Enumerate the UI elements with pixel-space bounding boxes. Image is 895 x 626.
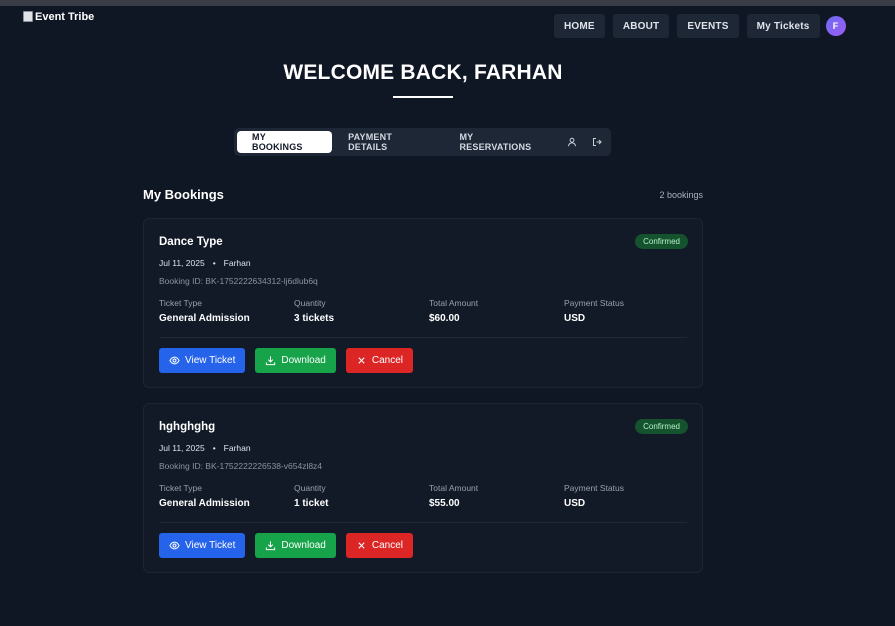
- tab-my-bookings[interactable]: MY BOOKINGS: [237, 131, 333, 153]
- logout-icon[interactable]: [587, 131, 608, 153]
- booking-date: Jul 11, 2025: [159, 443, 205, 453]
- download-label: Download: [281, 540, 326, 551]
- cancel-button[interactable]: Cancel: [345, 348, 414, 373]
- booking-title: Dance Type: [159, 236, 223, 248]
- field-value: 3 tickets: [294, 313, 335, 324]
- bookings-count: 2 bookings: [659, 190, 703, 200]
- field-value: General Admission: [159, 313, 250, 324]
- avatar[interactable]: F: [825, 16, 846, 36]
- booking-id: Booking ID: BK-1752222634312-lj6dlub6q: [159, 276, 318, 286]
- nav-about[interactable]: ABOUT: [612, 14, 670, 38]
- booking-name: Farhan: [223, 443, 251, 453]
- nav-events[interactable]: EVENTS: [677, 14, 739, 38]
- top-nav: HOME ABOUT EVENTS My Tickets F: [554, 14, 846, 38]
- booking-name: Farhan: [223, 258, 251, 268]
- booking-meta: Jul 11, 2025 • Farhan: [159, 258, 251, 268]
- field-value: General Admission: [159, 498, 250, 509]
- card-divider: [159, 337, 687, 338]
- view-ticket-label: View Ticket: [185, 540, 236, 551]
- booking-details: Ticket Type General Admission Quantity 3…: [159, 298, 699, 324]
- booking-actions: View Ticket Download Cancel: [159, 348, 414, 373]
- field-value: USD: [564, 498, 586, 509]
- field-label: Total Amount: [429, 298, 479, 308]
- cancel-button[interactable]: Cancel: [345, 533, 414, 558]
- tab-payment-details[interactable]: PAYMENT DETAILS: [336, 131, 443, 153]
- booking-meta: Jul 11, 2025 • Farhan: [159, 443, 251, 453]
- tab-my-reservations[interactable]: MY RESERVATIONS: [447, 131, 557, 153]
- download-label: Download: [281, 355, 326, 366]
- total-amount-field: Total Amount $60.00: [429, 298, 564, 324]
- field-label: Quantity: [294, 298, 326, 308]
- cancel-label: Cancel: [371, 355, 404, 366]
- status-badge: Confirmed: [635, 234, 688, 249]
- booking-card: Dance Type Confirmed Jul 11, 2025 • Farh…: [143, 218, 703, 388]
- view-ticket-button[interactable]: View Ticket: [159, 348, 246, 373]
- field-value: $55.00: [429, 498, 460, 509]
- field-label: Quantity: [294, 483, 326, 493]
- bookings-section-title: My Bookings: [143, 187, 224, 202]
- booking-details: Ticket Type General Admission Quantity 1…: [159, 483, 699, 509]
- field-label: Payment Status: [564, 483, 625, 493]
- booking-id: Booking ID: BK-1752222226538-v654zl8z4: [159, 461, 323, 471]
- user-icon[interactable]: [561, 131, 582, 153]
- status-badge: Confirmed: [635, 419, 688, 434]
- eye-icon: [169, 540, 180, 551]
- payment-status-field: Payment Status USD: [564, 298, 699, 324]
- close-icon: [356, 355, 367, 366]
- booking-date: Jul 11, 2025: [159, 258, 205, 268]
- download-icon: [265, 540, 276, 551]
- field-label: Total Amount: [429, 483, 479, 493]
- view-ticket-button[interactable]: View Ticket: [159, 533, 246, 558]
- window-top-strip: [0, 0, 895, 6]
- nav-home[interactable]: HOME: [554, 14, 605, 38]
- dashboard-tabs: MY BOOKINGS PAYMENT DETAILS MY RESERVATI…: [234, 128, 611, 156]
- nav-my-tickets[interactable]: My Tickets: [746, 14, 820, 38]
- cancel-label: Cancel: [371, 540, 404, 551]
- close-icon: [356, 540, 367, 551]
- field-value: USD: [564, 313, 586, 324]
- booking-card: hghghghg Confirmed Jul 11, 2025 • Farhan…: [143, 403, 703, 573]
- meta-separator: •: [212, 443, 216, 453]
- field-value: $60.00: [429, 313, 460, 324]
- logo[interactable]: Event Tribe: [23, 10, 95, 23]
- page-title: WELCOME BACK, FARHAN: [283, 61, 563, 84]
- eye-icon: [169, 355, 180, 366]
- field-value: 1 ticket: [294, 498, 329, 509]
- title-underline: [393, 96, 453, 98]
- booking-title: hghghghg: [159, 421, 216, 433]
- payment-status-field: Payment Status USD: [564, 483, 699, 509]
- booking-actions: View Ticket Download Cancel: [159, 533, 414, 558]
- download-icon: [265, 355, 276, 366]
- ticket-type-field: Ticket Type General Admission: [159, 298, 294, 324]
- view-ticket-label: View Ticket: [185, 355, 236, 366]
- quantity-field: Quantity 3 tickets: [294, 298, 429, 324]
- download-button[interactable]: Download: [255, 533, 336, 558]
- field-label: Ticket Type: [159, 298, 202, 308]
- broken-image-icon: [23, 10, 33, 22]
- logo-text: Event Tribe: [35, 11, 95, 23]
- total-amount-field: Total Amount $55.00: [429, 483, 564, 509]
- ticket-type-field: Ticket Type General Admission: [159, 483, 294, 509]
- quantity-field: Quantity 1 ticket: [294, 483, 429, 509]
- card-divider: [159, 522, 687, 523]
- meta-separator: •: [212, 258, 216, 268]
- download-button[interactable]: Download: [255, 348, 336, 373]
- field-label: Payment Status: [564, 298, 625, 308]
- field-label: Ticket Type: [159, 483, 202, 493]
